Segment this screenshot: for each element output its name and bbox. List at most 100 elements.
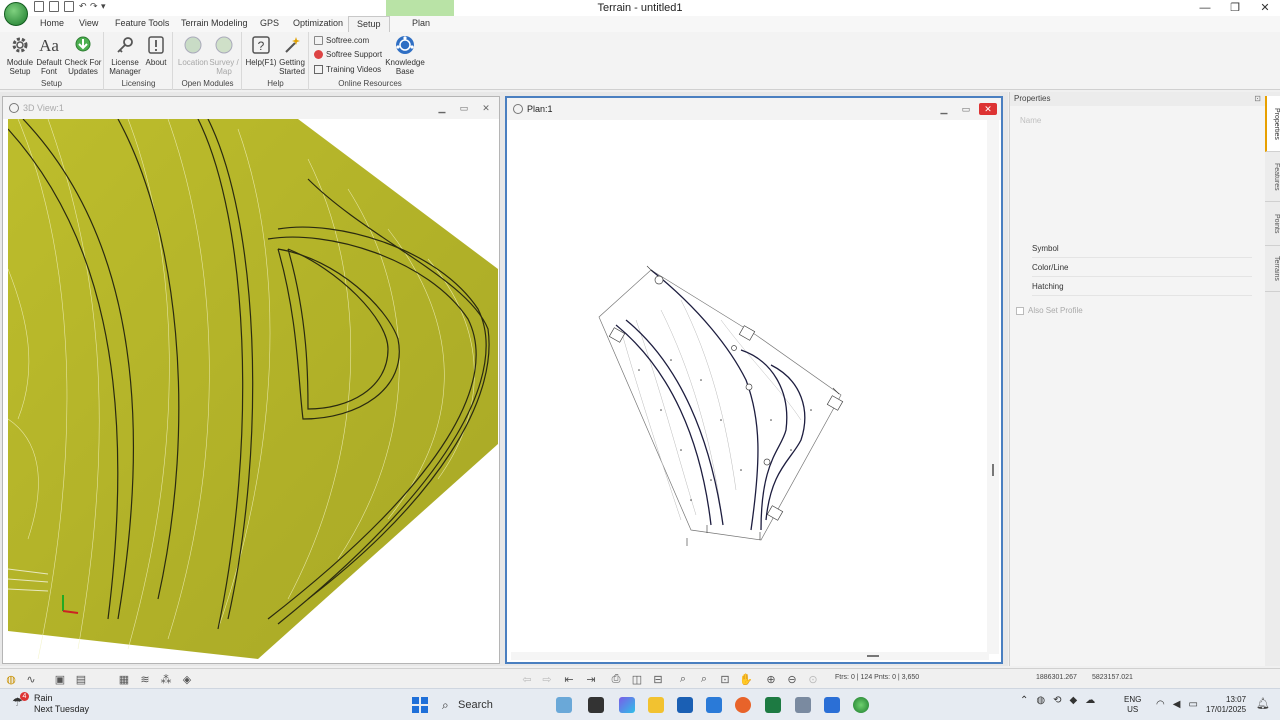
quick-settings[interactable]: ◠ ◀ ▭ (1156, 699, 1198, 710)
tab-plan[interactable]: Plan (412, 18, 430, 28)
layers-stack-icon[interactable]: ◈ (180, 672, 194, 686)
training-videos-link[interactable]: Training Videos (314, 65, 381, 74)
plan-titlebar[interactable]: Plan:1 ▁ ▭ ✕ (507, 98, 1001, 120)
view3d-canvas[interactable] (8, 119, 498, 659)
task-view-icon[interactable] (588, 697, 604, 713)
sync-icon[interactable]: ⟲ (1053, 695, 1061, 706)
weather-widget[interactable]: ☂ 4 Rain Next Tuesday (12, 692, 89, 715)
frame-icon[interactable]: ▣ (53, 672, 67, 686)
help-button[interactable]: ? Help(F1) (245, 34, 277, 67)
minimize-button[interactable]: — (1190, 0, 1220, 16)
tab-home[interactable]: Home (40, 18, 64, 28)
view3d-maximize-button[interactable]: ▭ (455, 102, 473, 114)
clock[interactable]: 13:07 17/01/2025 (1206, 695, 1246, 715)
tab-view[interactable]: View (79, 18, 98, 28)
language-indicator[interactable]: ENG US (1124, 695, 1141, 715)
property-hatching[interactable]: Hatching (1032, 278, 1252, 296)
chevron-up-icon[interactable]: ⌃ (1020, 695, 1028, 706)
softree-support-link[interactable]: Softree Support (314, 50, 382, 59)
points-icon[interactable]: ⁂ (159, 672, 173, 686)
plan-window[interactable]: Plan:1 ▁ ▭ ✕ (505, 96, 1003, 664)
module-setup-button[interactable]: Module Setup (4, 34, 36, 76)
globe-icon (182, 34, 204, 56)
plan-minimize-button[interactable]: ▁ (935, 103, 953, 115)
mail-icon[interactable] (706, 697, 722, 713)
getting-started-button[interactable]: Getting Started (276, 34, 308, 76)
tab-gps[interactable]: GPS (260, 18, 279, 28)
window-controls: — ❐ ✕ (1190, 0, 1280, 16)
forward-icon[interactable]: ⇨ (540, 672, 554, 686)
hatch-icon[interactable]: ≋ (138, 672, 152, 686)
cloud-icon[interactable]: ☁ (1085, 695, 1095, 706)
side-tab-terrains[interactable]: Terrains (1265, 246, 1280, 292)
view3d-close-button[interactable]: ✕ (477, 102, 495, 114)
plan-hscroll-thumb[interactable] (867, 655, 879, 657)
plan-vertical-scrollbar[interactable] (987, 120, 999, 654)
app-logo[interactable] (4, 2, 28, 26)
back-icon[interactable]: ⇦ (520, 672, 534, 686)
store-icon[interactable] (677, 697, 693, 713)
taskbar-search[interactable]: ⌕ Search (438, 695, 548, 715)
terrain-icon[interactable]: ◍ (4, 672, 18, 686)
pan-hand-icon[interactable]: ✋ (739, 672, 753, 686)
location-button[interactable]: Location (176, 34, 210, 67)
tab-terrain-modeling[interactable]: Terrain Modeling (181, 18, 248, 28)
split-vertical-icon[interactable]: ◫ (630, 672, 644, 686)
plan-close-button[interactable]: ✕ (979, 103, 997, 115)
split-horizontal-icon[interactable]: ⊟ (651, 672, 665, 686)
next-view-icon[interactable]: ⇥ (584, 672, 598, 686)
softree-app-icon[interactable] (824, 697, 840, 713)
copilot-icon[interactable] (619, 697, 635, 713)
tab-setup[interactable]: Setup (348, 16, 390, 32)
prev-view-icon[interactable]: ⇤ (562, 672, 576, 686)
property-symbol[interactable]: Symbol (1032, 240, 1252, 258)
zoom-icon[interactable]: ⌕ (676, 672, 690, 686)
close-button[interactable]: ✕ (1250, 0, 1280, 16)
restore-button[interactable]: ❐ (1220, 0, 1250, 16)
view3d-titlebar[interactable]: 3D View:1 ▁ ▭ ✕ (3, 97, 499, 119)
default-font-button[interactable]: Aa Default Font (35, 34, 63, 77)
property-color-line[interactable]: Color/Line (1032, 259, 1252, 277)
zoom-extents-icon[interactable]: ⊙ (806, 672, 820, 686)
side-tab-features[interactable]: Features (1265, 152, 1280, 202)
softree-com-link[interactable]: Softree.com (314, 36, 369, 45)
lock-icon[interactable]: ⊡ (718, 672, 732, 686)
grid-icon[interactable]: ▦ (117, 672, 131, 686)
license-manager-button[interactable]: License Manager (107, 34, 143, 76)
tab-optimization[interactable]: Optimization (293, 18, 343, 28)
survey-map-button[interactable]: Survey / Map (209, 34, 239, 76)
firefox-icon[interactable] (735, 697, 751, 713)
line-style-icon[interactable]: ∿ (24, 672, 38, 686)
file-explorer-icon[interactable] (648, 697, 664, 713)
excel-icon[interactable] (765, 697, 781, 713)
zoom-out-icon[interactable]: ⊖ (785, 672, 799, 686)
network-globe-icon[interactable]: ◍ (1036, 695, 1045, 706)
knowledge-base-button[interactable]: Knowledge Base (384, 34, 426, 76)
about-button[interactable]: About (143, 34, 169, 67)
view3d-window[interactable]: 3D View:1 ▁ ▭ ✕ (2, 96, 500, 664)
view3d-window-icon (9, 103, 19, 113)
plan-canvas[interactable] (511, 120, 989, 654)
terrain-app-icon[interactable] (853, 697, 869, 713)
also-set-profile-checkbox[interactable]: Also Set Profile (1016, 306, 1083, 315)
plan-maximize-button[interactable]: ▭ (957, 103, 975, 115)
windows-start-button[interactable] (412, 697, 428, 713)
view3d-minimize-button[interactable]: ▁ (433, 102, 451, 114)
zoom-in-icon[interactable]: ⊕ (764, 672, 778, 686)
plan-horizontal-scrollbar[interactable] (511, 652, 989, 660)
properties-panel: Properties ⊡ Name Symbol Color/Line Hatc… (1009, 92, 1265, 666)
checkbox-box[interactable] (1016, 306, 1024, 315)
side-tab-properties[interactable]: Properties (1265, 96, 1280, 152)
tab-feature-tools[interactable]: Feature Tools (115, 18, 169, 28)
print-icon[interactable]: ⎙ (609, 672, 623, 686)
notification-bell-icon[interactable]: 🔔︎ (1256, 697, 1270, 710)
remote-app-icon[interactable] (795, 697, 811, 713)
pin-icon[interactable]: ⊡ (1254, 94, 1261, 103)
layer-icon[interactable]: ▤ (74, 672, 88, 686)
beach-widget-icon[interactable] (556, 697, 572, 713)
side-tab-points[interactable]: Points (1265, 202, 1280, 246)
security-icon[interactable]: ◆ (1070, 695, 1078, 706)
zoom-window-icon[interactable]: ⌕ (697, 672, 711, 686)
check-updates-button[interactable]: Check For Updates (64, 34, 102, 76)
plan-vscroll-thumb[interactable] (992, 464, 994, 476)
